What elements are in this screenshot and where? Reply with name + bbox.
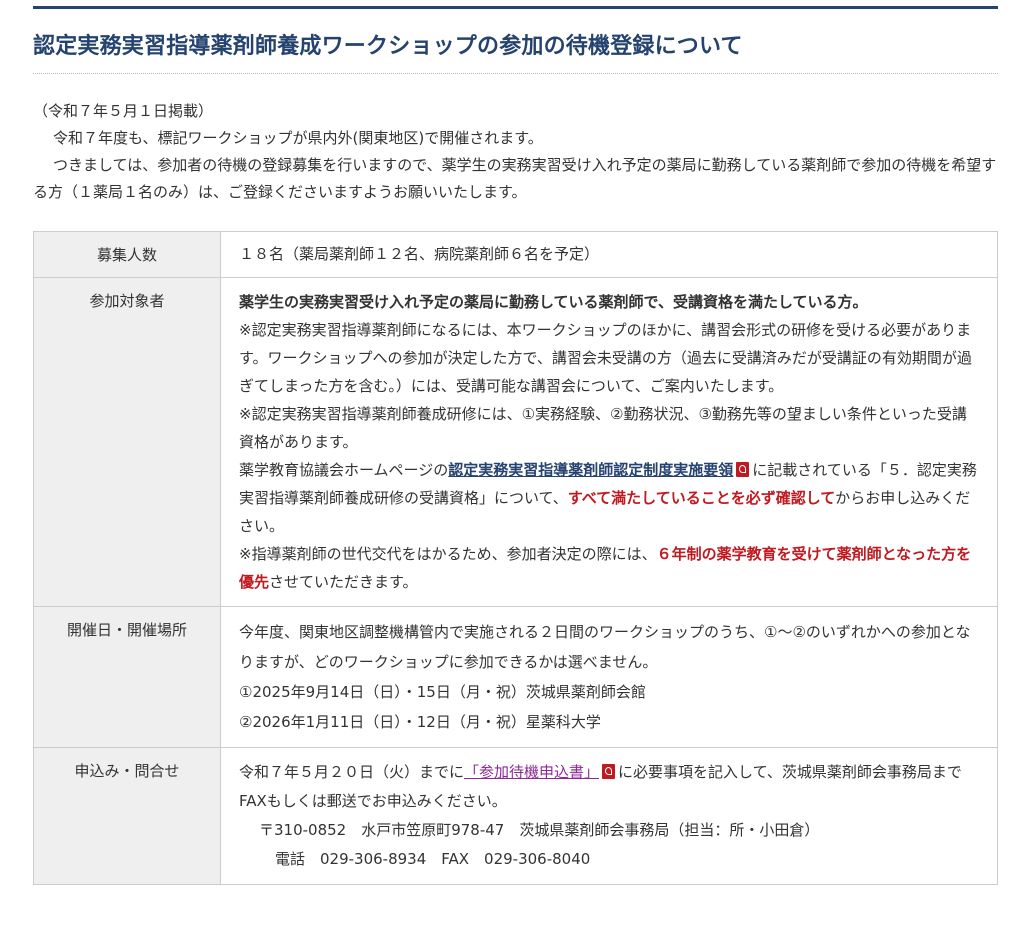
dates-item-2: ②2026年1月11日（日）・12日（月・祝）星薬科大学 (239, 713, 601, 731)
target-note-2: ※認定実務実習指導薬剤師養成研修には、①実務経験、②勤務状況、③勤務先等の望まし… (239, 405, 967, 451)
intro-line-2-text: つきましては、参加者の待機の登録募集を行いますので、薬学生の実務実習受け入れ予定… (33, 156, 997, 201)
apply-desc-pre: 令和７年５月２０日（火）までに (239, 763, 465, 781)
title-divider (33, 73, 998, 74)
dates-value: 今年度、関東地区調整機構管内で実施される２日間のワークショップのうち、①〜②のい… (220, 606, 998, 748)
apply-contact: 電話 029-306-8934 FAX 029-306-8040 (275, 850, 591, 868)
target-note-3-pre: 薬学教育協議会ホームページの (239, 461, 449, 479)
target-label: 参加対象者 (33, 277, 221, 607)
recruit-value-text: １８名（薬局薬剤師１２名、病院薬剤師６名を予定） (239, 245, 600, 263)
pdf-icon (602, 764, 616, 779)
apply-desc: 令和７年５月２０日（火）までに「参加待機申込書」 に必要事項を記入して、茨城県薬剤… (239, 758, 979, 816)
intro-line-2: つきましては、参加者の待機の登録募集を行いますので、薬学生の実務実習受け入れ予定… (33, 152, 998, 206)
table-row: 開催日・開催場所 今年度、関東地区調整機構管内で実施される２日間のワークショップ… (33, 606, 998, 748)
dates-item-1: ①2025年9月14日（日）・15日（月・祝）茨城県薬剤師会館 (239, 683, 646, 701)
table-row: 募集人数 １８名（薬局薬剤師１２名、病院薬剤師６名を予定） (33, 231, 998, 278)
post-date: （令和７年５月１日掲載） (33, 102, 214, 120)
target-note-1: ※認定実務実習指導薬剤師になるには、本ワークショップのほかに、講習会形式の研修を… (239, 321, 972, 395)
info-table: 募集人数 １８名（薬局薬剤師１２名、病院薬剤師６名を予定） 参加対象者 薬学生の… (33, 231, 998, 885)
recruit-value: １８名（薬局薬剤師１２名、病院薬剤師６名を予定） (220, 231, 998, 278)
application-form-link[interactable]: 「参加待機申込書」 (464, 763, 599, 781)
title-top-rule (33, 6, 998, 9)
recruit-label: 募集人数 (33, 231, 221, 278)
page-title: 認定実務実習指導薬剤師養成ワークショップの参加の待機登録について (33, 34, 743, 59)
table-row: 参加対象者 薬学生の実務実習受け入れ予定の薬局に勤務している薬剤師で、受講資格を… (33, 277, 998, 607)
guideline-link[interactable]: 認定実務実習指導薬剤師認定制度実施要領 (448, 461, 733, 479)
table-row: 申込み・問合せ 令和７年５月２０日（火）までに「参加待機申込書」 に必要事項を記入… (33, 747, 998, 885)
dates-desc: 今年度、関東地区調整機構管内で実施される２日間のワークショップのうち、①〜②のい… (239, 623, 971, 671)
apply-address: 〒310-0852 水戸市笠原町978-47 茨城県薬剤師会事務局（担当：所・小… (259, 821, 820, 839)
target-value: 薬学生の実務実習受け入れ予定の薬局に勤務している薬剤師で、受講資格を満たしている… (220, 277, 998, 607)
target-note-3-emphasis: すべて満たしていることを必ず確認して (567, 489, 836, 507)
target-main: 薬学生の実務実習受け入れ予定の薬局に勤務している薬剤師で、受講資格を満たしている… (239, 293, 868, 311)
target-note-3: 薬学教育協議会ホームページの認定実務実習指導薬剤師認定制度実施要領 に記載されてい… (239, 456, 979, 540)
apply-value: 令和７年５月２０日（火）までに「参加待機申込書」 に必要事項を記入して、茨城県薬剤… (220, 747, 998, 885)
target-note-4-post: させていただきます。 (269, 573, 418, 591)
apply-label: 申込み・問合せ (33, 747, 221, 885)
pdf-icon (736, 462, 750, 477)
target-note-4-pre: ※指導薬剤師の世代交代をはかるため、参加者決定の際には、 (239, 545, 657, 563)
dates-label: 開催日・開催場所 (33, 606, 221, 748)
intro-section: （令和７年５月１日掲載） 令和７年度も、標記ワークショップが県内外(関東地区)で… (33, 98, 998, 206)
intro-line-1: 令和７年度も、標記ワークショップが県内外(関東地区)で開催されます。 (53, 129, 543, 147)
target-note-4: ※指導薬剤師の世代交代をはかるため、参加者決定の際には、６年制の薬学教育を受けて… (239, 540, 979, 596)
